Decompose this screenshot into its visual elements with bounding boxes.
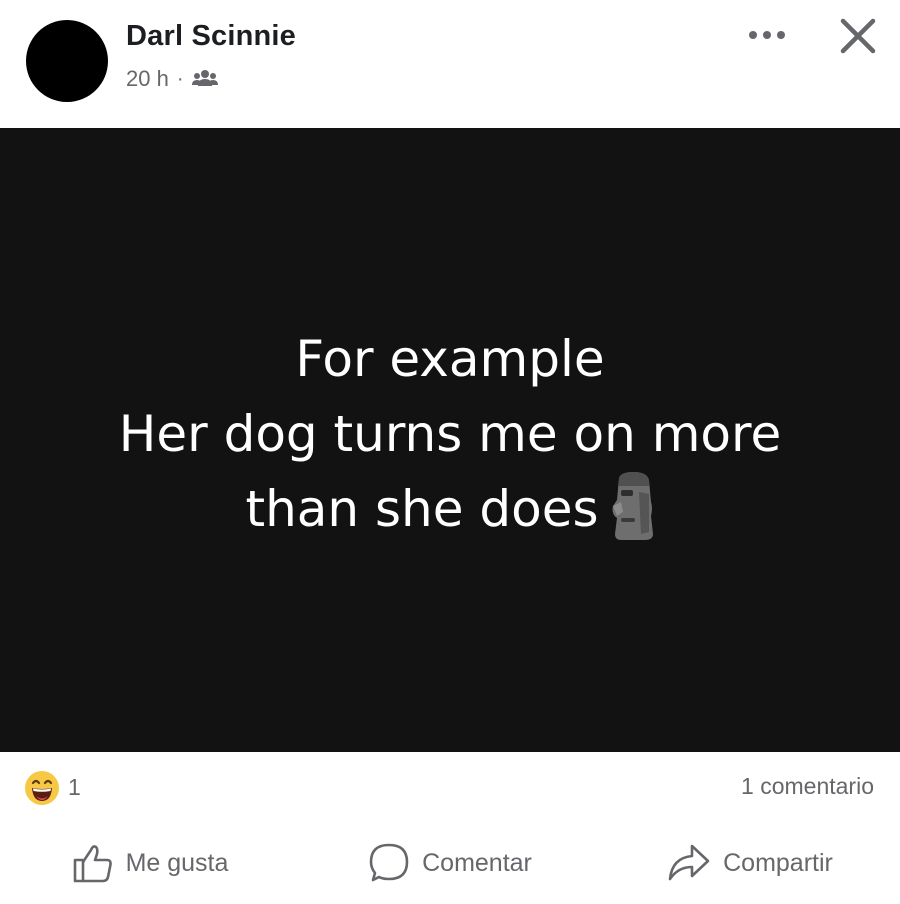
thumbs-up-icon [73, 845, 112, 883]
post-text-line: than she does [119, 471, 781, 547]
comment-count-link[interactable]: 1 comentario [741, 773, 874, 800]
avatar[interactable] [26, 20, 108, 102]
reaction-count[interactable]: 1 [68, 774, 81, 801]
post-header: Darl Scinnie 20 h · [0, 0, 900, 128]
share-button[interactable]: Compartir [600, 822, 900, 904]
comment-label: Comentar [422, 848, 532, 877]
post-text-line: For example [295, 329, 605, 388]
post-text-line: Her dog turns me on more [118, 404, 782, 463]
meta-separator: · [176, 67, 184, 90]
moai-icon [612, 471, 653, 540]
post-actions: Me gusta Comentar Compartir [0, 822, 900, 904]
comment-icon [369, 843, 409, 882]
like-button[interactable]: Me gusta [0, 822, 300, 904]
more-options-button[interactable] [742, 20, 792, 50]
group-icon [191, 70, 218, 86]
share-label: Compartir [723, 848, 833, 877]
comment-button[interactable]: Comentar [300, 822, 600, 904]
close-icon[interactable] [836, 14, 880, 58]
share-icon [668, 844, 710, 881]
haha-reaction-icon[interactable] [24, 770, 60, 806]
post-stats: 1 1 comentario [0, 752, 900, 822]
post-text: For example Her dog turns me on more tha… [119, 322, 781, 547]
like-label: Me gusta [125, 848, 229, 877]
post-meta: 20 h · [126, 66, 218, 92]
post-time[interactable]: 20 h [126, 66, 169, 92]
more-icon [749, 31, 785, 39]
post-text-line-content: than she does [245, 479, 599, 538]
post-image[interactable]: For example Her dog turns me on more tha… [0, 128, 900, 752]
author-name[interactable]: Darl Scinnie [126, 20, 296, 53]
